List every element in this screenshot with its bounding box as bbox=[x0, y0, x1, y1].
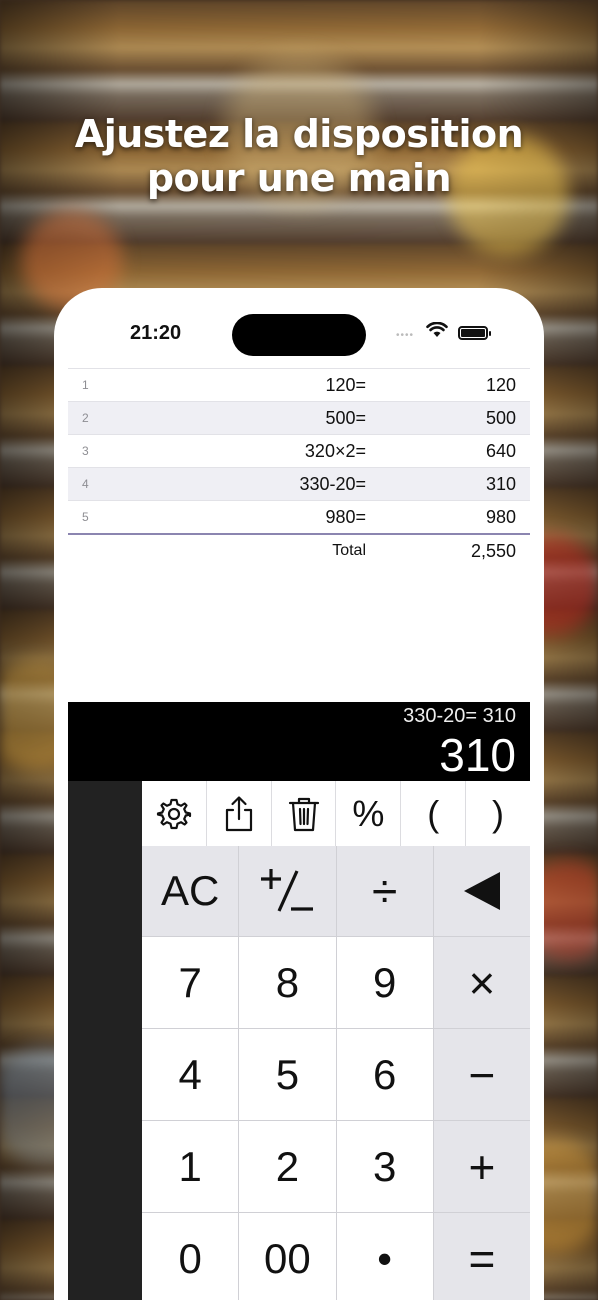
tape-row[interactable]: 4 330-20= 310 bbox=[68, 467, 530, 500]
dynamic-island bbox=[232, 314, 366, 356]
divide-button[interactable]: ÷ bbox=[336, 846, 433, 936]
function-toolbar: % ( ) bbox=[142, 781, 530, 846]
backspace-icon bbox=[463, 872, 500, 910]
headline-line-2: pour une main bbox=[146, 156, 452, 200]
tape-row[interactable]: 5 980= 980 bbox=[68, 500, 530, 533]
subtract-button[interactable]: − bbox=[433, 1029, 530, 1120]
calculation-tape: 1 120= 120 2 500= 500 3 320×2= 640 4 330… bbox=[68, 368, 530, 565]
tape-row[interactable]: 2 500= 500 bbox=[68, 401, 530, 434]
row-number: 5 bbox=[82, 510, 89, 524]
headline-line-1: Ajustez la disposition bbox=[74, 112, 524, 156]
one-hand-spacer bbox=[68, 781, 142, 1300]
row-expression: 500= bbox=[325, 407, 366, 428]
phone-screen: 21:20 •••• 1 120= 120 2 500= 500 3 320×2… bbox=[54, 288, 544, 1300]
keypad: AC ÷ 7 8 9 × 4 5 6 − 1 2 3 + 0 00 • = bbox=[142, 846, 530, 1300]
close-paren-button[interactable]: ) bbox=[465, 781, 530, 846]
row-result: 120 bbox=[485, 374, 516, 395]
percent-button[interactable]: % bbox=[335, 781, 400, 846]
total-row: Total 2,550 bbox=[68, 535, 530, 565]
digit-1-button[interactable]: 1 bbox=[142, 1121, 239, 1212]
multiply-button[interactable]: × bbox=[433, 937, 530, 1028]
display-value: 310 bbox=[439, 729, 516, 781]
all-clear-button[interactable]: AC bbox=[142, 846, 239, 936]
display-expression: 330-20= 310 bbox=[403, 705, 516, 727]
promo-headline: Ajustez la disposition pour une main bbox=[0, 112, 598, 200]
status-bar: 21:20 •••• bbox=[54, 288, 544, 366]
calculator-display: 330-20= 310 310 bbox=[68, 702, 530, 781]
row-number: 3 bbox=[82, 444, 89, 458]
share-icon bbox=[225, 795, 252, 831]
battery-icon bbox=[458, 326, 491, 340]
open-paren-button[interactable]: ( bbox=[400, 781, 465, 846]
row-number: 4 bbox=[82, 477, 89, 491]
wifi-icon bbox=[426, 321, 448, 343]
decimal-point-button[interactable]: • bbox=[336, 1213, 433, 1300]
double-zero-button[interactable]: 00 bbox=[239, 1213, 336, 1300]
row-result: 310 bbox=[485, 473, 516, 494]
trash-icon bbox=[288, 797, 319, 831]
row-result: 640 bbox=[485, 440, 516, 461]
backspace-button[interactable] bbox=[433, 846, 530, 936]
tape-row[interactable]: 1 120= 120 bbox=[68, 368, 530, 401]
row-expression: 330-20= bbox=[299, 473, 366, 494]
status-time: 21:20 bbox=[130, 322, 182, 344]
digit-2-button[interactable]: 2 bbox=[239, 1121, 336, 1212]
digit-0-button[interactable]: 0 bbox=[142, 1213, 239, 1300]
digit-3-button[interactable]: 3 bbox=[336, 1121, 433, 1212]
share-button[interactable] bbox=[205, 781, 271, 846]
digit-6-button[interactable]: 6 bbox=[336, 1029, 433, 1120]
digit-5-button[interactable]: 5 bbox=[239, 1029, 336, 1120]
delete-button[interactable] bbox=[270, 781, 336, 846]
plus-minus-button[interactable] bbox=[239, 846, 336, 936]
row-number: 2 bbox=[82, 411, 89, 425]
digit-4-button[interactable]: 4 bbox=[142, 1029, 239, 1120]
digit-8-button[interactable]: 8 bbox=[239, 937, 336, 1028]
total-label: Total bbox=[332, 542, 366, 559]
digit-9-button[interactable]: 9 bbox=[336, 937, 433, 1028]
total-value: 2,550 bbox=[470, 541, 516, 561]
plus-minus-icon bbox=[261, 869, 314, 912]
row-expression: 320×2= bbox=[304, 440, 366, 461]
row-expression: 120= bbox=[325, 374, 366, 395]
settings-button[interactable] bbox=[142, 781, 206, 846]
row-result: 500 bbox=[485, 407, 516, 428]
digit-7-button[interactable]: 7 bbox=[142, 937, 239, 1028]
add-button[interactable]: + bbox=[433, 1121, 530, 1212]
row-number: 1 bbox=[82, 378, 89, 392]
equals-button[interactable]: = bbox=[433, 1213, 530, 1300]
row-expression: 980= bbox=[325, 506, 366, 527]
tape-row[interactable]: 3 320×2= 640 bbox=[68, 434, 530, 467]
gear-icon bbox=[156, 798, 192, 829]
signal-icon: •••• bbox=[396, 330, 415, 341]
row-result: 980 bbox=[485, 506, 516, 527]
